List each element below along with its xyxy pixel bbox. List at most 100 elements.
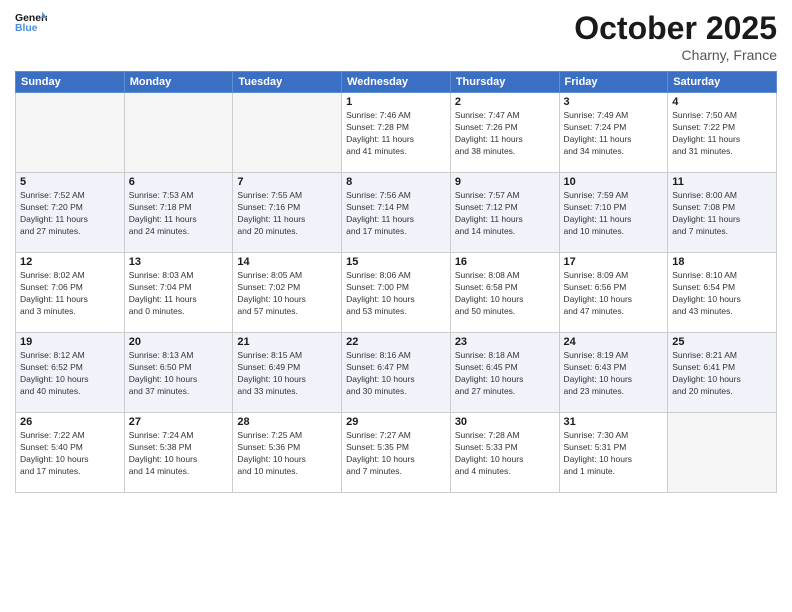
table-row: 12 Sunrise: 8:02 AM Sunset: 7:06 PM Dayli… [16,253,125,333]
day-info: Sunrise: 7:22 AM Sunset: 5:40 PM Dayligh… [20,430,120,478]
day-info: Sunrise: 7:27 AM Sunset: 5:35 PM Dayligh… [346,430,446,478]
day-info: Sunrise: 7:49 AM Sunset: 7:24 PM Dayligh… [564,110,664,158]
day-info: Sunrise: 7:30 AM Sunset: 5:31 PM Dayligh… [564,430,664,478]
col-tuesday: Tuesday [233,72,342,93]
table-row: 3 Sunrise: 7:49 AM Sunset: 7:24 PM Daylig… [559,93,668,173]
calendar-week-row: 26 Sunrise: 7:22 AM Sunset: 5:40 PM Dayli… [16,413,777,493]
table-row: 28 Sunrise: 7:25 AM Sunset: 5:36 PM Dayli… [233,413,342,493]
day-info: Sunrise: 8:10 AM Sunset: 6:54 PM Dayligh… [672,270,772,318]
day-number: 26 [20,416,120,428]
day-number: 10 [564,176,664,188]
table-row: 31 Sunrise: 7:30 AM Sunset: 5:31 PM Dayli… [559,413,668,493]
table-row: 10 Sunrise: 7:59 AM Sunset: 7:10 PM Dayli… [559,173,668,253]
day-number: 9 [455,176,555,188]
day-info: Sunrise: 8:13 AM Sunset: 6:50 PM Dayligh… [129,350,229,398]
day-number: 2 [455,96,555,108]
table-row [124,93,233,173]
day-info: Sunrise: 7:56 AM Sunset: 7:14 PM Dayligh… [346,190,446,238]
day-number: 24 [564,336,664,348]
day-info: Sunrise: 7:46 AM Sunset: 7:28 PM Dayligh… [346,110,446,158]
day-number: 4 [672,96,772,108]
day-info: Sunrise: 8:18 AM Sunset: 6:45 PM Dayligh… [455,350,555,398]
day-number: 15 [346,256,446,268]
calendar-week-row: 19 Sunrise: 8:12 AM Sunset: 6:52 PM Dayli… [16,333,777,413]
table-row: 7Sunrise: 7:55 AM Sunset: 7:16 PM Daylig… [233,173,342,253]
col-saturday: Saturday [668,72,777,93]
calendar-week-row: 1 Sunrise: 7:46 AM Sunset: 7:28 PM Daylig… [16,93,777,173]
calendar: Sunday Monday Tuesday Wednesday Thursday… [15,71,777,493]
table-row: 4 Sunrise: 7:50 AM Sunset: 7:22 PM Daylig… [668,93,777,173]
col-monday: Monday [124,72,233,93]
day-info: Sunrise: 8:00 AM Sunset: 7:08 PM Dayligh… [672,190,772,238]
day-info: Sunrise: 8:02 AM Sunset: 7:06 PM Dayligh… [20,270,120,318]
day-number: 14 [237,256,337,268]
day-number: 16 [455,256,555,268]
day-number: 23 [455,336,555,348]
calendar-header-row: Sunday Monday Tuesday Wednesday Thursday… [16,72,777,93]
day-info: Sunrise: 8:16 AM Sunset: 6:47 PM Dayligh… [346,350,446,398]
table-row: 30 Sunrise: 7:28 AM Sunset: 5:33 PM Dayli… [450,413,559,493]
table-row: 23 Sunrise: 8:18 AM Sunset: 6:45 PM Dayli… [450,333,559,413]
day-info: Sunrise: 8:05 AM Sunset: 7:02 PM Dayligh… [237,270,337,318]
day-number: 7 [237,176,337,188]
table-row: 26 Sunrise: 7:22 AM Sunset: 5:40 PM Dayli… [16,413,125,493]
day-number: 31 [564,416,664,428]
day-info: Sunrise: 8:08 AM Sunset: 6:58 PM Dayligh… [455,270,555,318]
table-row: 8Sunrise: 7:56 AM Sunset: 7:14 PM Daylig… [342,173,451,253]
day-info: Sunrise: 7:50 AM Sunset: 7:22 PM Dayligh… [672,110,772,158]
day-info: Sunrise: 8:21 AM Sunset: 6:41 PM Dayligh… [672,350,772,398]
day-info: Sunrise: 8:03 AM Sunset: 7:04 PM Dayligh… [129,270,229,318]
day-number: 5 [20,176,120,188]
table-row: 5 Sunrise: 7:52 AM Sunset: 7:20 PM Daylig… [16,173,125,253]
day-number: 30 [455,416,555,428]
day-info: Sunrise: 8:12 AM Sunset: 6:52 PM Dayligh… [20,350,120,398]
table-row [233,93,342,173]
day-number: 3 [564,96,664,108]
table-row: 19 Sunrise: 8:12 AM Sunset: 6:52 PM Dayli… [16,333,125,413]
table-row [16,93,125,173]
col-sunday: Sunday [16,72,125,93]
day-info: Sunrise: 7:28 AM Sunset: 5:33 PM Dayligh… [455,430,555,478]
day-number: 21 [237,336,337,348]
table-row: 18 Sunrise: 8:10 AM Sunset: 6:54 PM Dayli… [668,253,777,333]
day-number: 29 [346,416,446,428]
day-info: Sunrise: 7:47 AM Sunset: 7:26 PM Dayligh… [455,110,555,158]
day-number: 1 [346,96,446,108]
table-row: 24Sunrise: 8:19 AM Sunset: 6:43 PM Dayli… [559,333,668,413]
day-number: 12 [20,256,120,268]
table-row: 14 Sunrise: 8:05 AM Sunset: 7:02 PM Dayli… [233,253,342,333]
table-row: 2 Sunrise: 7:47 AM Sunset: 7:26 PM Daylig… [450,93,559,173]
day-info: Sunrise: 7:52 AM Sunset: 7:20 PM Dayligh… [20,190,120,238]
table-row: 22Sunrise: 8:16 AM Sunset: 6:47 PM Dayli… [342,333,451,413]
table-row: 13 Sunrise: 8:03 AM Sunset: 7:04 PM Dayli… [124,253,233,333]
day-info: Sunrise: 7:25 AM Sunset: 5:36 PM Dayligh… [237,430,337,478]
svg-text:Blue: Blue [15,23,38,34]
col-wednesday: Wednesday [342,72,451,93]
day-info: Sunrise: 8:15 AM Sunset: 6:49 PM Dayligh… [237,350,337,398]
table-row [668,413,777,493]
day-number: 17 [564,256,664,268]
table-row: 27Sunrise: 7:24 AM Sunset: 5:38 PM Dayli… [124,413,233,493]
table-row: 21 Sunrise: 8:15 AM Sunset: 6:49 PM Dayli… [233,333,342,413]
table-row: 15 Sunrise: 8:06 AM Sunset: 7:00 PM Dayli… [342,253,451,333]
table-row: 1 Sunrise: 7:46 AM Sunset: 7:28 PM Daylig… [342,93,451,173]
day-info: Sunrise: 7:53 AM Sunset: 7:18 PM Dayligh… [129,190,229,238]
logo-icon: General Blue [15,10,47,34]
day-info: Sunrise: 8:09 AM Sunset: 6:56 PM Dayligh… [564,270,664,318]
day-info: Sunrise: 7:59 AM Sunset: 7:10 PM Dayligh… [564,190,664,238]
col-thursday: Thursday [450,72,559,93]
day-info: Sunrise: 7:24 AM Sunset: 5:38 PM Dayligh… [129,430,229,478]
table-row: 11 Sunrise: 8:00 AM Sunset: 7:08 PM Dayli… [668,173,777,253]
day-number: 19 [20,336,120,348]
day-number: 13 [129,256,229,268]
day-info: Sunrise: 7:57 AM Sunset: 7:12 PM Dayligh… [455,190,555,238]
table-row: 9 Sunrise: 7:57 AM Sunset: 7:12 PM Daylig… [450,173,559,253]
day-number: 18 [672,256,772,268]
day-number: 28 [237,416,337,428]
table-row: 29 Sunrise: 7:27 AM Sunset: 5:35 PM Dayli… [342,413,451,493]
title-area: October 2025 Charny, France [574,10,777,63]
day-number: 6 [129,176,229,188]
table-row: 16 Sunrise: 8:08 AM Sunset: 6:58 PM Dayli… [450,253,559,333]
day-number: 11 [672,176,772,188]
day-info: Sunrise: 8:06 AM Sunset: 7:00 PM Dayligh… [346,270,446,318]
